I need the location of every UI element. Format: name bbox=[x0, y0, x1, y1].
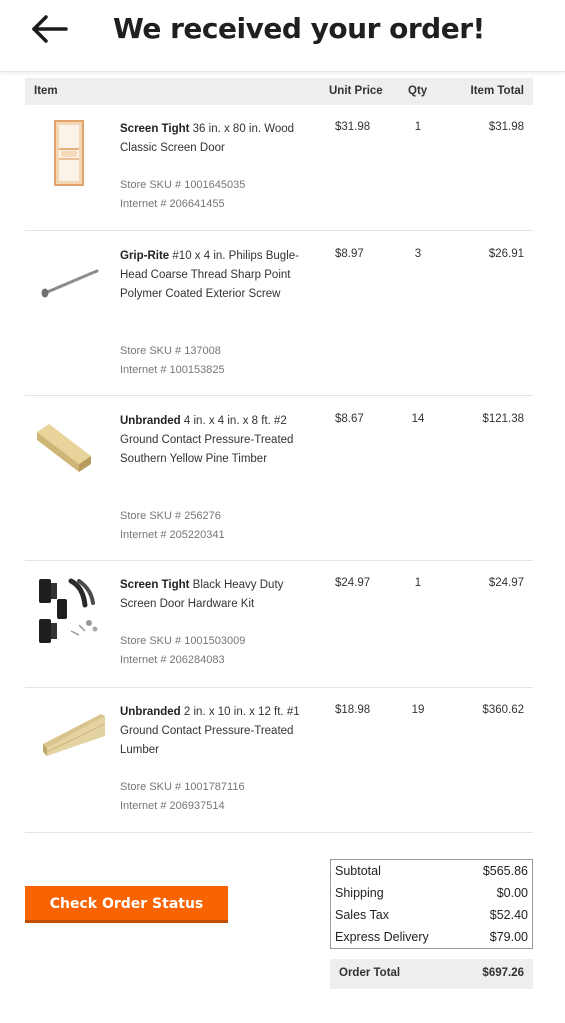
store-sku: Store SKU # 1001645035 bbox=[120, 179, 246, 191]
store-sku: Store SKU # 1001787116 bbox=[120, 781, 245, 793]
table-row: Screen Tight Black Heavy Duty Screen Doo… bbox=[25, 561, 533, 688]
shipping-value: $0.00 bbox=[496, 886, 528, 900]
column-header-item: Item bbox=[34, 85, 58, 97]
quantity: 3 bbox=[414, 248, 422, 260]
unit-price: $8.97 bbox=[335, 248, 364, 260]
product-description[interactable]: Grip-Rite #10 x 4 in. Philips Bugle-Head… bbox=[120, 247, 300, 304]
unit-price: $24.97 bbox=[335, 577, 371, 589]
quantity: 19 bbox=[411, 704, 425, 716]
order-summary: Subtotal $565.86 Shipping $0.00 Sales Ta… bbox=[330, 859, 533, 949]
item-total: $360.62 bbox=[482, 704, 524, 716]
sales-tax-value: $52.40 bbox=[489, 908, 528, 922]
express-delivery-value: $79.00 bbox=[489, 930, 528, 944]
product-description[interactable]: Screen Tight 36 in. x 80 in. Wood Classi… bbox=[120, 120, 300, 158]
shipping-row: Shipping $0.00 bbox=[335, 882, 528, 904]
product-image-timber-post[interactable] bbox=[35, 412, 103, 480]
product-brand: Screen Tight bbox=[120, 579, 190, 591]
product-brand: Screen Tight bbox=[120, 123, 190, 135]
subtotal-value: $565.86 bbox=[482, 864, 528, 878]
product-brand: Unbranded bbox=[120, 706, 181, 718]
product-image-screen-door[interactable] bbox=[35, 119, 103, 187]
internet-number: Internet # 205220341 bbox=[120, 529, 225, 541]
internet-number: Internet # 206641455 bbox=[120, 198, 225, 210]
product-brand: Unbranded bbox=[120, 415, 181, 427]
product-brand: Grip-Rite bbox=[120, 250, 170, 262]
page-title: We received your order! bbox=[113, 12, 485, 45]
product-description[interactable]: Screen Tight Black Heavy Duty Screen Doo… bbox=[120, 576, 300, 614]
quantity: 1 bbox=[414, 577, 422, 589]
internet-number: Internet # 100153825 bbox=[120, 364, 225, 376]
item-total: $121.38 bbox=[482, 413, 524, 425]
product-description[interactable]: Unbranded 4 in. x 4 in. x 8 ft. #2 Groun… bbox=[120, 412, 300, 469]
check-order-status-button[interactable]: Check Order Status bbox=[25, 886, 228, 923]
store-sku: Store SKU # 1001503009 bbox=[120, 635, 246, 647]
back-button[interactable] bbox=[28, 10, 72, 48]
quantity: 1 bbox=[414, 121, 422, 133]
store-sku: Store SKU # 137008 bbox=[120, 345, 221, 357]
express-delivery-label: Express Delivery bbox=[335, 930, 429, 944]
app-header: We received your order! bbox=[0, 0, 565, 72]
product-image-lumber-board[interactable] bbox=[41, 706, 109, 774]
back-arrow-icon bbox=[32, 15, 68, 43]
subtotal-row: Subtotal $565.86 bbox=[335, 860, 528, 882]
item-total: $24.97 bbox=[488, 577, 524, 589]
column-header-item-total: Item Total bbox=[470, 85, 524, 97]
column-header-unit-price: Unit Price bbox=[329, 85, 383, 97]
express-delivery-row: Express Delivery $79.00 bbox=[335, 926, 528, 948]
table-row: Unbranded 4 in. x 4 in. x 8 ft. #2 Groun… bbox=[25, 396, 533, 561]
sales-tax-row: Sales Tax $52.40 bbox=[335, 904, 528, 926]
table-row: Grip-Rite #10 x 4 in. Philips Bugle-Head… bbox=[25, 231, 533, 396]
product-description[interactable]: Unbranded 2 in. x 10 in. x 12 ft. #1 Gro… bbox=[120, 703, 300, 760]
unit-price: $18.98 bbox=[335, 704, 371, 716]
order-total-label: Order Total bbox=[339, 967, 401, 979]
table-header: Item Unit Price Qty Item Total bbox=[25, 78, 533, 105]
product-image-screw[interactable] bbox=[35, 251, 103, 319]
item-total: $26.91 bbox=[488, 248, 524, 260]
unit-price: $31.98 bbox=[335, 121, 371, 133]
table-row: Unbranded 2 in. x 10 in. x 12 ft. #1 Gro… bbox=[25, 688, 533, 833]
unit-price: $8.67 bbox=[335, 413, 364, 425]
store-sku: Store SKU # 256276 bbox=[120, 510, 221, 522]
item-total: $31.98 bbox=[488, 121, 524, 133]
shipping-label: Shipping bbox=[335, 886, 384, 900]
column-header-qty: Qty bbox=[408, 85, 428, 97]
subtotal-label: Subtotal bbox=[335, 864, 381, 878]
table-row: Screen Tight 36 in. x 80 in. Wood Classi… bbox=[25, 105, 533, 231]
order-total-bar: Order Total $697.26 bbox=[330, 959, 533, 989]
sales-tax-label: Sales Tax bbox=[335, 908, 389, 922]
internet-number: Internet # 206937514 bbox=[120, 800, 225, 812]
quantity: 14 bbox=[411, 413, 425, 425]
internet-number: Internet # 206284083 bbox=[120, 654, 225, 666]
product-image-hardware-kit[interactable] bbox=[35, 577, 103, 645]
order-total-value: $697.26 bbox=[482, 967, 524, 979]
